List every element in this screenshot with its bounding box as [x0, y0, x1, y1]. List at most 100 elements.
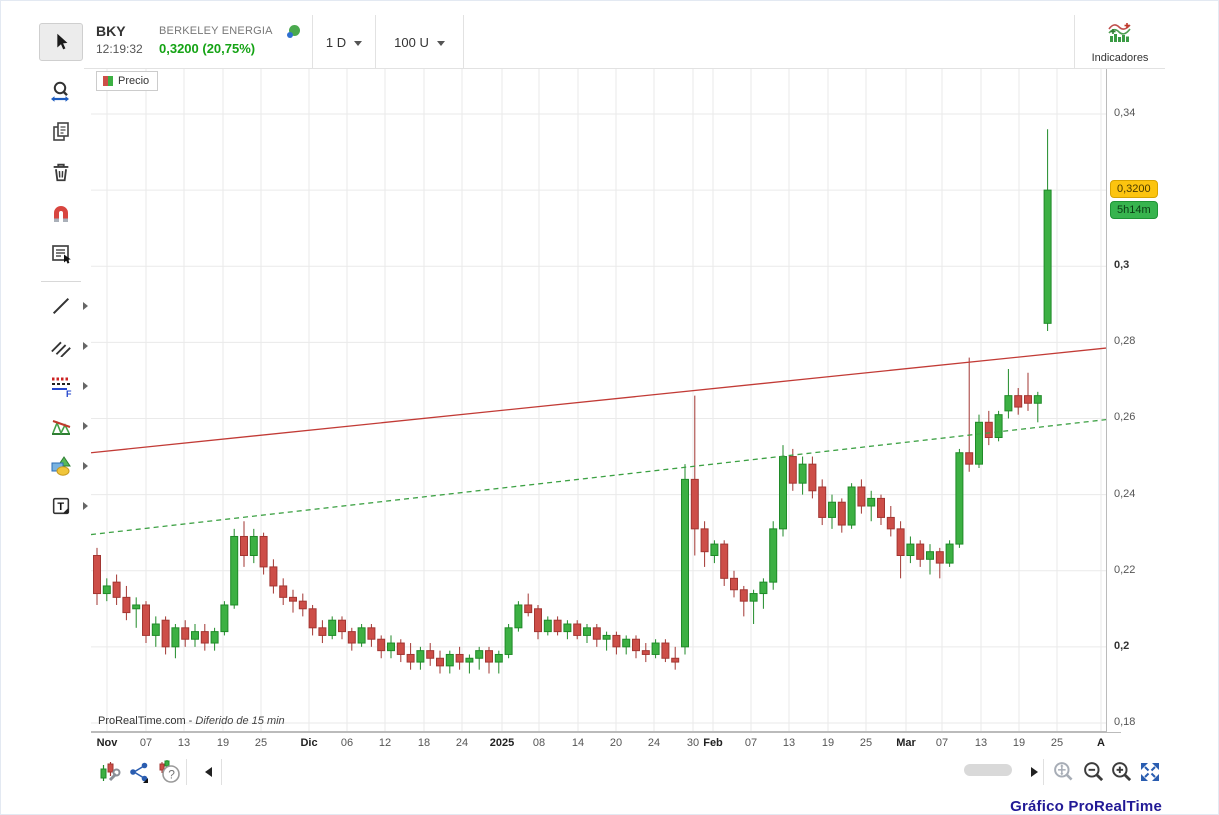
price-axis-label: 0,2 — [1114, 639, 1130, 652]
timeframe-dropdown[interactable]: 1 D — [313, 15, 376, 69]
zoom-out-icon — [1084, 762, 1104, 782]
shapes-icon — [51, 456, 71, 476]
chart-scrollbar-thumb[interactable] — [964, 764, 1012, 776]
object-list-tool-button[interactable] — [39, 235, 83, 273]
parallel-lines-tool-button[interactable] — [39, 327, 83, 365]
cursor-icon — [57, 33, 68, 50]
time-axis-label: 13 — [782, 737, 796, 749]
time-axis-label: 2025 — [489, 737, 515, 749]
prorealtime-footer-link[interactable]: Gráfico ProRealTime — [1010, 798, 1162, 814]
watermark: ProRealTime.com - Diferido de 15 min — [98, 715, 285, 727]
bottom-toolbar: ? — [91, 756, 1166, 789]
zoom-out-button[interactable] — [1081, 759, 1107, 785]
zoom-in-icon — [1112, 762, 1132, 782]
price-axis-label: 0,26 — [1114, 411, 1136, 424]
price-legend-swatch — [103, 76, 113, 86]
object-list-icon — [52, 245, 71, 264]
help-button[interactable]: ? — [156, 759, 182, 785]
zoom-in-button[interactable] — [1109, 759, 1135, 785]
time-axis-label: A — [1097, 737, 1105, 749]
prorealtime-chart-window: F T BKY 12:19:32 BERKELEY ENERGIA 0,3200… — [0, 0, 1219, 815]
toolbar-separator — [1043, 759, 1044, 785]
market-status-icon — [287, 25, 300, 38]
shapes-tool-button[interactable] — [39, 447, 83, 485]
price-axis-label: 0,22 — [1114, 563, 1136, 576]
pattern-tool-button[interactable] — [39, 407, 83, 445]
price-axis[interactable]: 0,34 0,3 0,28 0,26 0,24 0,22 0,2 0,18 0,3200 5h14… — [1106, 69, 1166, 732]
parallel-lines-icon — [51, 341, 71, 357]
chart-settings-button[interactable] — [96, 759, 122, 785]
zoom-tool-button[interactable] — [39, 73, 83, 111]
trendline-icon — [52, 297, 70, 315]
svg-text:?: ? — [168, 768, 175, 782]
parallel-submenu-chevron[interactable] — [83, 342, 88, 350]
toolbar-divider — [41, 281, 81, 282]
price-axis-label: 0,34 — [1114, 107, 1136, 119]
price-legend[interactable]: Precio — [96, 71, 159, 91]
trash-icon — [53, 163, 69, 182]
time-axis-label: 08 — [532, 737, 546, 749]
watermark-delay: Diferido de 15 min — [195, 715, 285, 727]
time-axis-label: 19 — [216, 737, 230, 749]
price-axis-label: 0,24 — [1114, 487, 1136, 500]
text-tool-button[interactable]: T — [39, 487, 83, 525]
indicators-label: Indicadores — [1091, 52, 1149, 64]
line-tool-button[interactable] — [39, 287, 83, 325]
time-axis[interactable]: Nov 07 13 19 25 Dic 06 12 18 24 2025 08 14 20 24 30 Feb 0… — [91, 732, 1121, 754]
time-axis-label: 13 — [974, 737, 988, 749]
line-submenu-chevron[interactable] — [83, 302, 88, 310]
time-axis-label: 07 — [744, 737, 758, 749]
watermark-brand: ProRealTime.com — [98, 715, 186, 727]
units-dropdown[interactable]: 100 U — [376, 15, 464, 69]
scroll-left-icon — [204, 767, 212, 777]
time-axis-label: 13 — [177, 737, 191, 749]
time-axis-label: 06 — [340, 737, 354, 749]
indicators-button[interactable]: Indicadores — [1074, 15, 1165, 69]
price-legend-label: Precio — [118, 75, 150, 87]
chart-settings-icon — [100, 762, 121, 782]
time-axis-label: 07 — [139, 737, 153, 749]
time-axis-label: Nov — [96, 737, 118, 749]
symbol-block[interactable]: BKY 12:19:32 BERKELEY ENERGIA 0,3200 (20… — [84, 15, 313, 69]
share-button[interactable] — [126, 759, 152, 785]
svg-text:T: T — [57, 501, 64, 513]
time-axis-label: 07 — [935, 737, 949, 749]
zoom-range-icon — [51, 81, 69, 102]
fibonacci-tool-button[interactable]: F — [39, 367, 83, 405]
time-axis-label: 19 — [821, 737, 835, 749]
text-submenu-chevron[interactable] — [83, 502, 88, 510]
help-icon: ? — [159, 760, 180, 783]
time-axis-label: 24 — [455, 737, 469, 749]
time-axis-label: 25 — [859, 737, 873, 749]
time-axis-label: 24 — [647, 737, 661, 749]
toolbar-separator — [221, 759, 222, 785]
drawing-toolbar: F T — [31, 13, 89, 713]
time-axis-label: 25 — [254, 737, 268, 749]
fibonacci-submenu-chevron[interactable] — [83, 382, 88, 390]
fibonacci-icon: F — [52, 377, 72, 398]
pattern-submenu-chevron[interactable] — [83, 422, 88, 430]
chevron-down-icon — [436, 40, 445, 46]
price-axis-label: 0,18 — [1114, 715, 1136, 728]
fullscreen-button[interactable] — [1137, 759, 1163, 785]
cursor-tool-button[interactable] — [39, 23, 83, 61]
text-icon: T — [52, 497, 70, 515]
zoom-fit-icon — [1054, 762, 1073, 781]
chevron-down-icon — [354, 40, 363, 46]
time-axis-label: Mar — [896, 737, 916, 749]
candlestick-chart-canvas[interactable] — [91, 69, 1106, 732]
time-axis-label: Dic — [300, 737, 318, 749]
time-axis-label: 19 — [1012, 737, 1026, 749]
delete-tool-button[interactable] — [39, 153, 83, 191]
zoom-fit-button[interactable] — [1051, 759, 1077, 785]
timeframe-value: 1 D — [325, 34, 347, 50]
time-axis-label: Feb — [703, 737, 723, 749]
pattern-icon — [52, 420, 71, 435]
time-axis-label: 14 — [571, 737, 585, 749]
magnet-tool-button[interactable] — [39, 195, 83, 233]
scroll-right-icon — [1030, 767, 1038, 777]
duplicate-tool-button[interactable] — [39, 113, 83, 151]
scroll-left-button[interactable] — [195, 759, 221, 785]
shapes-submenu-chevron[interactable] — [83, 462, 88, 470]
symbol-name: BERKELEY ENERGIA — [159, 25, 273, 37]
